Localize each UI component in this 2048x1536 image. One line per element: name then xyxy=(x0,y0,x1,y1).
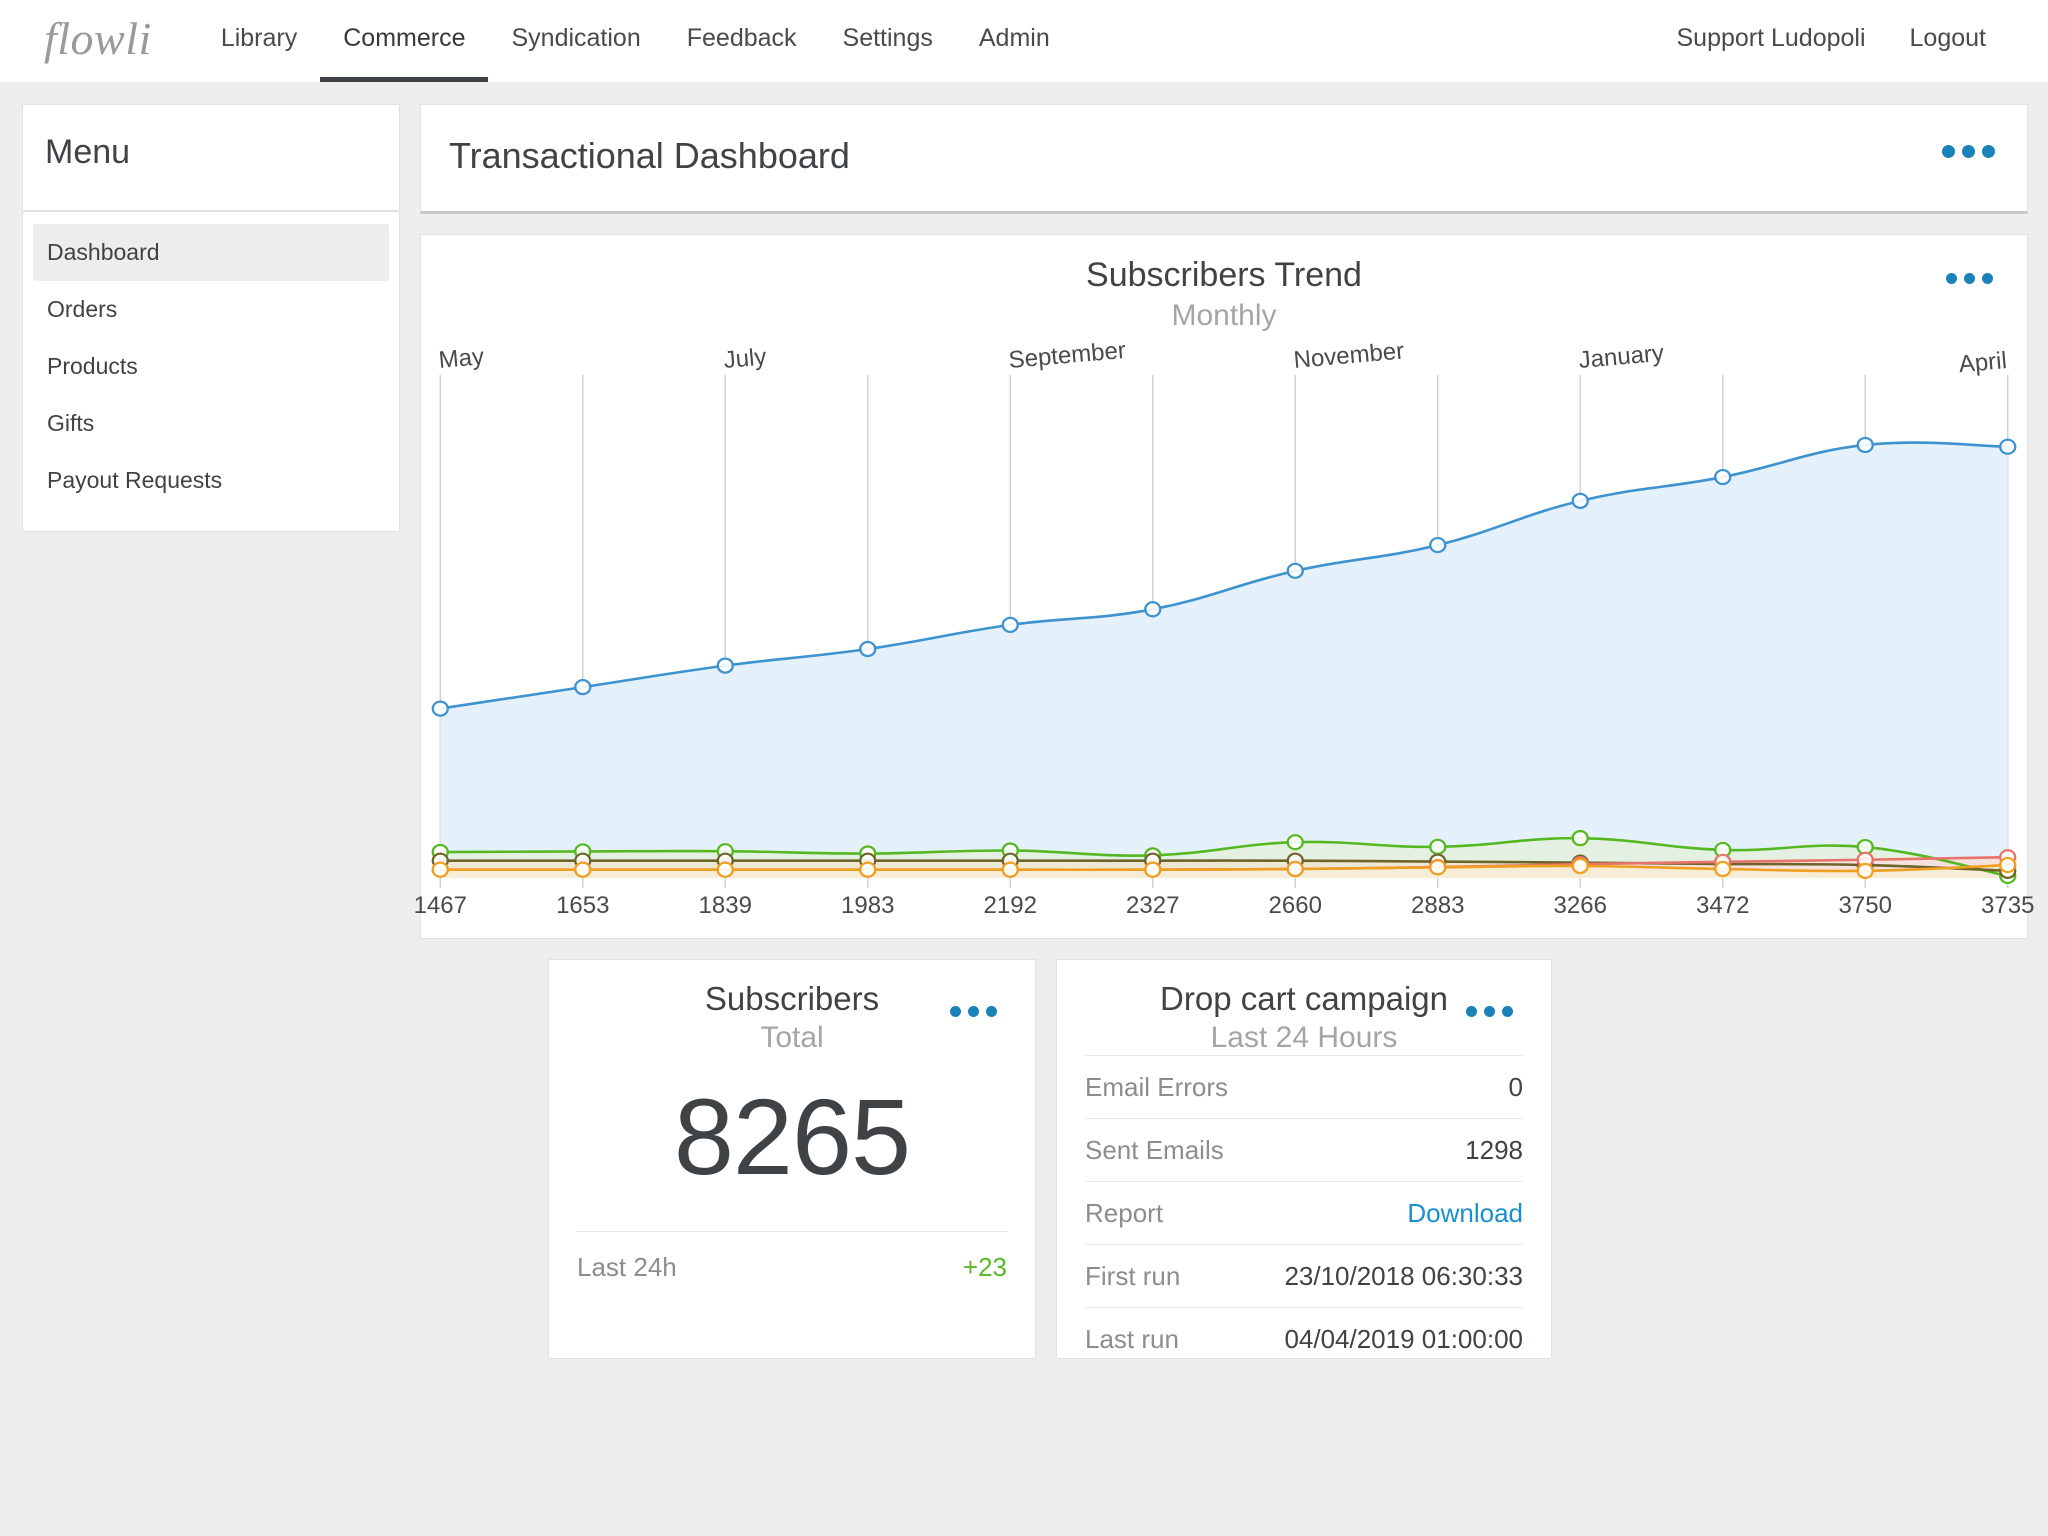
chart-subtitle: Monthly xyxy=(1171,299,1277,333)
chart-canvas xyxy=(431,353,2017,913)
nav-item-library[interactable]: Library xyxy=(198,0,320,82)
primary-nav: Library Commerce Syndication Feedback Se… xyxy=(198,0,1073,82)
chart-x-tick-label: 2660 xyxy=(1268,892,1322,920)
chart-x-tick-label: 2883 xyxy=(1411,892,1465,920)
report-download-link[interactable]: Download xyxy=(1407,1198,1523,1229)
campaign-row-value: 1298 xyxy=(1465,1134,1523,1165)
summary-cards-row: Subscribers Total 8265 Last 24h +23 Drop… xyxy=(420,959,2028,1359)
dashboard-kebab-menu-icon[interactable] xyxy=(1938,135,1999,168)
campaign-row-key: Email Errors xyxy=(1085,1071,1229,1102)
campaign-card-title: Drop cart campaign xyxy=(1160,980,1448,1017)
campaign-card-subtitle: Last 24 Hours xyxy=(1210,1020,1398,1054)
sidebar-item-products[interactable]: Products xyxy=(33,338,389,395)
nav-item-logout[interactable]: Logout xyxy=(1888,24,2008,58)
nav-item-syndication[interactable]: Syndication xyxy=(488,0,663,82)
table-row: First run 23/10/2018 06:30:33 xyxy=(1085,1243,1523,1307)
table-row: Last run 04/04/2019 01:00:00 xyxy=(1085,1306,1523,1370)
secondary-nav: Support Ludopoli Logout xyxy=(1654,0,2008,82)
chart-x-tick-label: 1653 xyxy=(556,892,610,920)
drop-cart-campaign-card: Drop cart campaign Last 24 Hours Email E… xyxy=(1056,959,1552,1359)
sidebar-item-payout-requests[interactable]: Payout Requests xyxy=(33,452,389,509)
chart-month-label: July xyxy=(722,343,768,375)
subscribers-footer-label: Last 24h xyxy=(577,1251,677,1282)
chart-x-tick-label: 1467 xyxy=(413,892,467,920)
top-navbar: flowli Library Commerce Syndication Feed… xyxy=(0,0,2048,82)
main-content: Transactional Dashboard Subscribers Tren… xyxy=(414,104,2035,1536)
sidebar-title: Menu xyxy=(45,133,131,171)
subscribers-card-subtitle: Total xyxy=(760,1020,824,1054)
chart-title: Subscribers Trend xyxy=(1086,256,1362,294)
sidebar-item-dashboard[interactable]: Dashboard xyxy=(33,224,389,281)
chart-x-tick-label: 3472 xyxy=(1696,892,1750,920)
campaign-row-value: 0 xyxy=(1508,1071,1523,1102)
sidebar: Menu Dashboard Orders Products Gifts Pay… xyxy=(22,104,400,1536)
table-row: Email Errors 0 xyxy=(1085,1054,1523,1118)
chart-month-label: April xyxy=(1957,347,2008,379)
subscribers-stat-card: Subscribers Total 8265 Last 24h +23 xyxy=(548,959,1036,1359)
campaign-row-key: Report xyxy=(1085,1197,1164,1228)
chart-plot-area: May July September November January April 146… xyxy=(414,337,2035,919)
campaign-kebab-menu-icon[interactable] xyxy=(1462,996,1517,1027)
chart-kebab-menu-icon[interactable] xyxy=(1942,263,1997,294)
page-body: Menu Dashboard Orders Products Gifts Pay… xyxy=(0,82,2048,1536)
nav-item-support[interactable]: Support Ludopoli xyxy=(1654,24,1887,58)
dashboard-header: Transactional Dashboard xyxy=(420,104,2028,214)
chart-x-tick-label: 3266 xyxy=(1553,892,1607,920)
campaign-row-value: 23/10/2018 06:30:33 xyxy=(1284,1260,1523,1291)
chart-x-tick-label: 2192 xyxy=(983,892,1037,920)
campaign-row-key: First run xyxy=(1085,1260,1181,1291)
nav-item-feedback[interactable]: Feedback xyxy=(664,0,820,82)
table-row: Report Download xyxy=(1085,1180,1523,1244)
nav-item-settings[interactable]: Settings xyxy=(820,0,956,82)
sidebar-menu-card: Dashboard Orders Products Gifts Payout R… xyxy=(22,211,400,532)
sidebar-item-orders[interactable]: Orders xyxy=(33,281,389,338)
subscribers-delta-badge: +23 xyxy=(962,1251,1007,1282)
subscribers-card-title: Subscribers xyxy=(704,980,880,1017)
chart-x-tick-label: 1983 xyxy=(841,892,895,920)
chart-x-tick-label: 1839 xyxy=(698,892,752,920)
campaign-row-value: 04/04/2019 01:00:00 xyxy=(1284,1323,1523,1354)
nav-item-admin[interactable]: Admin xyxy=(956,0,1073,82)
subscribers-trend-chart-card: Subscribers Trend Monthly May July Septemb… xyxy=(414,234,2035,939)
chart-x-tick-label: 3750 xyxy=(1838,892,1892,920)
subscribers-total-value: 8265 xyxy=(673,1075,911,1197)
chart-x-tick-label: 3735 xyxy=(1981,892,2035,920)
page-title: Transactional Dashboard xyxy=(449,135,850,176)
table-row: Sent Emails 1298 xyxy=(1085,1117,1523,1181)
chart-x-tick-label: 2327 xyxy=(1126,892,1180,920)
subscribers-kebab-menu-icon[interactable] xyxy=(946,996,1001,1027)
brand-logo[interactable]: flowli xyxy=(44,0,152,82)
chart-month-label: May xyxy=(437,343,486,375)
campaign-row-key: Last run xyxy=(1085,1323,1179,1354)
campaign-row-key: Sent Emails xyxy=(1085,1134,1224,1165)
nav-item-commerce[interactable]: Commerce xyxy=(320,0,489,82)
subscribers-card-footer: Last 24h +23 xyxy=(577,1230,1007,1283)
sidebar-header-card: Menu xyxy=(22,104,400,211)
sidebar-item-gifts[interactable]: Gifts xyxy=(33,395,389,452)
